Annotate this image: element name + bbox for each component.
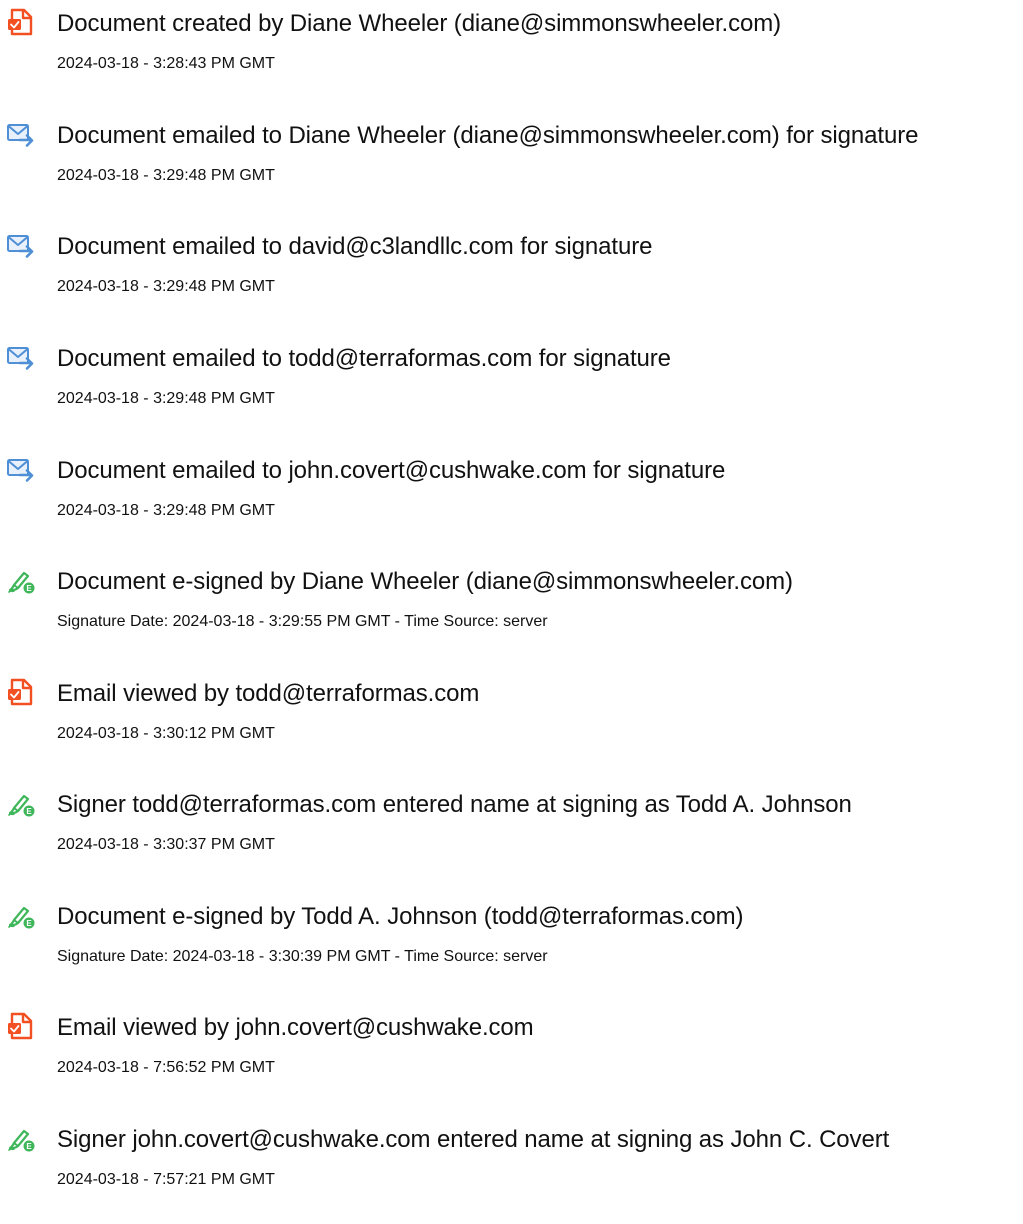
svg-text:E: E <box>26 919 32 928</box>
audit-event: Document emailed to todd@terraformas.com… <box>0 335 1023 435</box>
e-sign-icon: E <box>6 1124 36 1154</box>
svg-text:E: E <box>26 1142 32 1151</box>
audit-event: Email viewed by todd@terraformas.com 2024… <box>0 670 1023 770</box>
event-timestamp: 2024-03-18 - 3:29:48 PM GMT <box>57 278 275 295</box>
event-description: Document e-signed by Todd A. Johnson (to… <box>57 903 744 930</box>
event-timestamp: 2024-03-18 - 3:29:48 PM GMT <box>57 502 275 519</box>
e-sign-icon: E <box>6 566 36 596</box>
event-description: Document emailed to john.covert@cushwake… <box>57 457 726 484</box>
document-icon <box>6 1012 36 1042</box>
event-description: Document created by Diane Wheeler (diane… <box>57 10 782 37</box>
event-description: Document emailed to david@c3landllc.com … <box>57 233 653 260</box>
event-description: Document e-signed by Diane Wheeler (dian… <box>57 568 793 595</box>
event-timestamp: 2024-03-18 - 7:56:52 PM GMT <box>57 1059 275 1076</box>
email-sent-icon <box>6 120 36 150</box>
event-timestamp: 2024-03-18 - 3:30:12 PM GMT <box>57 725 275 742</box>
svg-text:E: E <box>26 807 32 816</box>
email-sent-icon <box>6 455 36 485</box>
event-description: Document emailed to todd@terraformas.com… <box>57 345 671 372</box>
event-timestamp: Signature Date: 2024-03-18 - 3:30:39 PM … <box>57 948 548 965</box>
event-timestamp: Signature Date: 2024-03-18 - 3:29:55 PM … <box>57 613 548 630</box>
email-sent-icon <box>6 231 36 261</box>
audit-event: E Document e-signed by Diane Wheeler (di… <box>0 558 1023 658</box>
event-description: Email viewed by john.covert@cushwake.com <box>57 1014 534 1041</box>
document-icon <box>6 8 36 38</box>
audit-event: Document emailed to john.covert@cushwake… <box>0 447 1023 547</box>
event-description: Signer todd@terraformas.com entered name… <box>57 791 852 818</box>
audit-event: E Signer john.covert@cushwake.com entere… <box>0 1116 1023 1216</box>
event-timestamp: 2024-03-18 - 3:29:48 PM GMT <box>57 390 275 407</box>
audit-event: Document created by Diane Wheeler (diane… <box>0 0 1023 100</box>
e-sign-icon: E <box>6 901 36 931</box>
event-description: Email viewed by todd@terraformas.com <box>57 680 480 707</box>
event-timestamp: 2024-03-18 - 3:28:43 PM GMT <box>57 55 275 72</box>
document-icon <box>6 678 36 708</box>
event-timestamp: 2024-03-18 - 7:57:21 PM GMT <box>57 1171 275 1188</box>
email-sent-icon <box>6 343 36 373</box>
audit-event: Email viewed by john.covert@cushwake.com… <box>0 1004 1023 1104</box>
event-description: Document emailed to Diane Wheeler (diane… <box>57 122 919 149</box>
event-description: Signer john.covert@cushwake.com entered … <box>57 1126 890 1153</box>
e-sign-icon: E <box>6 789 36 819</box>
audit-event: Document emailed to Diane Wheeler (diane… <box>0 112 1023 212</box>
svg-text:E: E <box>26 584 32 593</box>
audit-event: Document emailed to david@c3landllc.com … <box>0 223 1023 323</box>
event-timestamp: 2024-03-18 - 3:29:48 PM GMT <box>57 167 275 184</box>
event-timestamp: 2024-03-18 - 3:30:37 PM GMT <box>57 836 275 853</box>
audit-event: E Document e-signed by Todd A. Johnson (… <box>0 893 1023 993</box>
audit-event: E Signer todd@terraformas.com entered na… <box>0 781 1023 881</box>
